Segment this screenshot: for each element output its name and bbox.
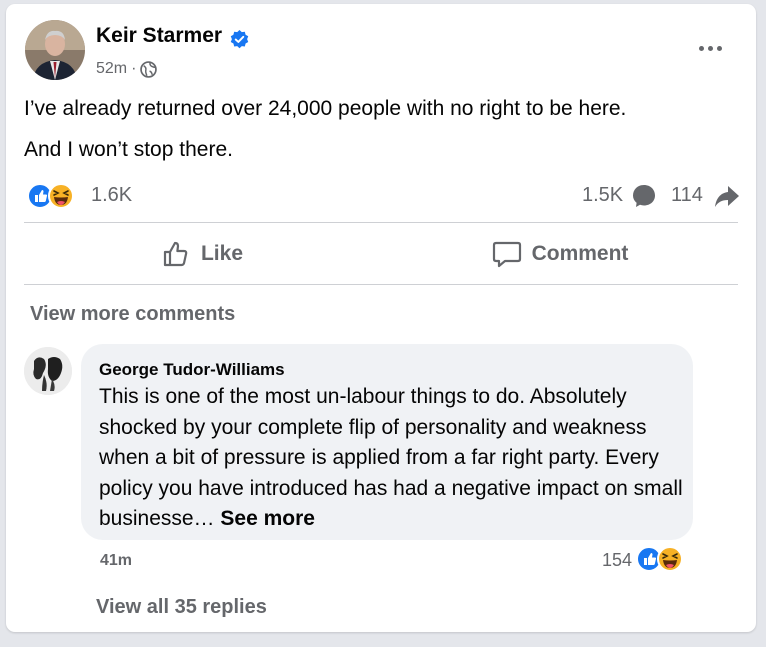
post-meta: 52m · (96, 60, 158, 78)
post-reactions[interactable] (27, 181, 87, 211)
commenter-avatar[interactable] (24, 347, 72, 395)
meta-separator: · (131, 60, 137, 77)
post-card: Keir Starmer 52m · I’ve already returned… (6, 4, 756, 632)
divider (24, 284, 738, 285)
post-time[interactable]: 52m (96, 60, 127, 78)
comment-label: Comment (531, 242, 629, 265)
author-name[interactable]: Keir Starmer (96, 24, 222, 48)
haha-reaction-icon (48, 183, 74, 209)
view-all-replies-link[interactable]: View all 35 replies (96, 596, 267, 619)
share-count[interactable]: 114 (671, 184, 703, 207)
thumbs-up-icon (163, 241, 188, 267)
post-text-line-1: I’ve already returned over 24,000 people… (24, 97, 627, 120)
comment-bubble-icon (633, 185, 655, 207)
view-more-comments-link[interactable]: View more comments (30, 303, 235, 326)
comment-count[interactable]: 1.5K (582, 184, 623, 207)
comment-icon (492, 241, 521, 268)
verified-badge-icon (230, 30, 249, 49)
comment-button[interactable]: Comment (382, 230, 738, 278)
comment-body: This is one of the most un-labour things… (99, 385, 683, 530)
see-more-link[interactable]: See more (220, 507, 315, 530)
reaction-count[interactable]: 1.6K (91, 184, 132, 207)
more-options-icon[interactable] (696, 40, 724, 56)
comment-time[interactable]: 41m (100, 552, 132, 570)
divider (24, 222, 738, 223)
like-label: Like (200, 242, 244, 265)
commenter-name[interactable]: George Tudor-Williams (99, 360, 285, 380)
comment-text: This is one of the most un-labour things… (99, 382, 689, 535)
comment-bubble: George Tudor-Williams This is one of the… (81, 344, 693, 540)
globe-icon (140, 60, 158, 78)
share-arrow-icon (715, 186, 739, 207)
post-text-line-2: And I won’t stop there. (24, 138, 233, 161)
comment-reactions[interactable] (636, 544, 692, 574)
like-button[interactable]: Like (24, 230, 380, 278)
comment-reaction-count[interactable]: 154 (602, 550, 632, 571)
haha-reaction-icon (657, 546, 683, 572)
author-avatar[interactable] (25, 20, 85, 80)
